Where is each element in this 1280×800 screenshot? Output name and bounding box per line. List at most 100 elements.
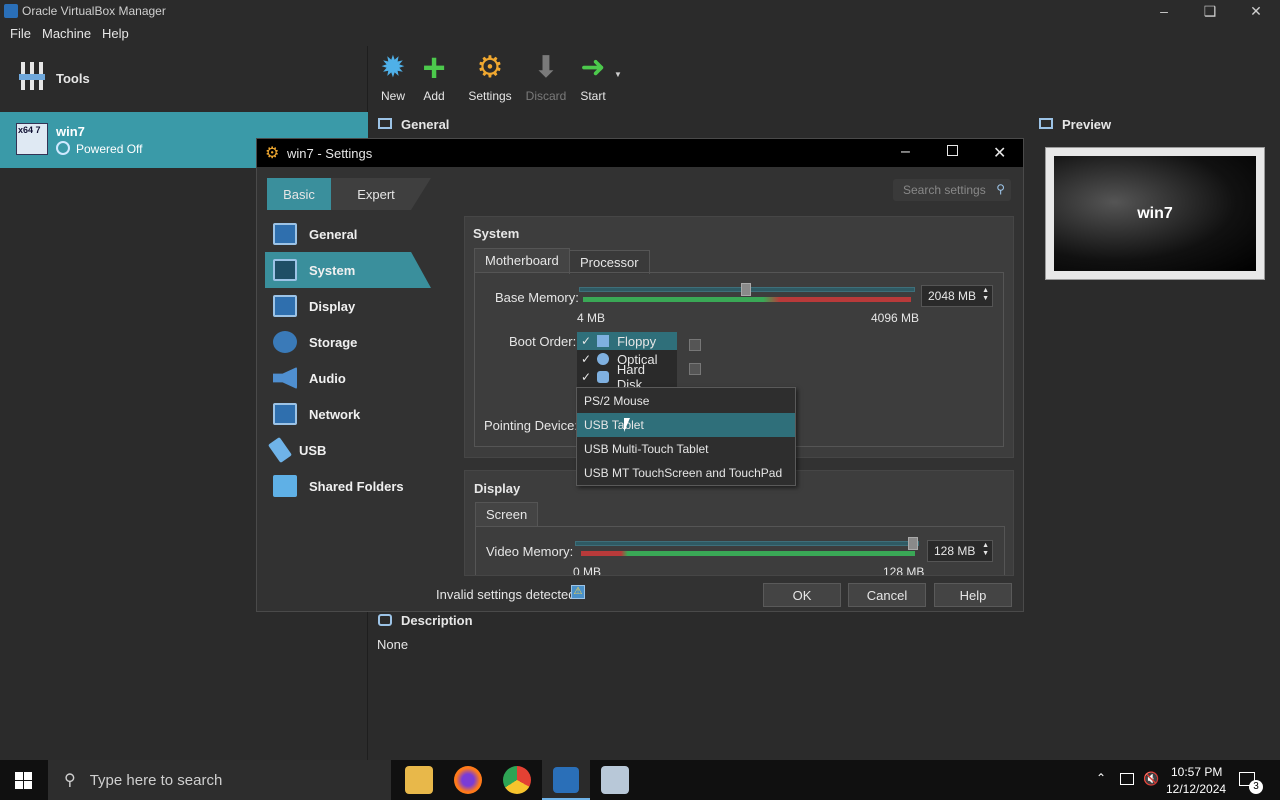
settings-button[interactable]: ⚙ Settings: [462, 50, 518, 104]
restore-button[interactable]: ❑: [1187, 0, 1233, 22]
storage-icon: [273, 331, 297, 353]
tab-expert[interactable]: Expert: [331, 178, 431, 210]
file-explorer-icon[interactable]: [405, 766, 433, 794]
video-memory-slider[interactable]: [575, 541, 919, 546]
floppy-icon: [597, 335, 610, 347]
floppy-checkbox[interactable]: ✓: [581, 334, 591, 348]
optical-checkbox[interactable]: ✓: [581, 352, 591, 366]
tab-basic[interactable]: Basic: [267, 178, 331, 210]
move-down-icon[interactable]: [689, 363, 701, 375]
hard-disk-checkbox[interactable]: ✓: [581, 370, 591, 384]
network-icon: [273, 403, 297, 425]
taskbar-search-placeholder: Type here to search: [89, 771, 223, 789]
dialog-minimize-button[interactable]: –: [901, 143, 910, 161]
menubar: File Machine Help: [0, 22, 1280, 46]
description-icon: [378, 614, 392, 626]
hard-disk-icon: [597, 371, 609, 383]
virtualbox-taskbar-button[interactable]: [542, 760, 590, 800]
boot-item-floppy[interactable]: ✓ Floppy: [577, 332, 677, 350]
tab-motherboard[interactable]: Motherboard: [474, 248, 570, 272]
menu-help[interactable]: Help: [102, 26, 129, 41]
vm-name: win7: [56, 124, 85, 139]
dialog-titlebar: ⚙ win7 - Settings – ✕: [257, 139, 1023, 167]
settings-gear-icon: ⚙: [476, 51, 504, 84]
chrome-icon[interactable]: [503, 766, 531, 794]
warning-icon[interactable]: ⚠: [571, 585, 585, 599]
tools-item[interactable]: Tools: [0, 56, 368, 100]
boot-order-list[interactable]: ✓ Floppy ✓ Optical ✓ Hard Disk: [577, 332, 677, 392]
taskbar: ⚲ Type here to search ⌃ 🔇 10:57 PM 12/12…: [0, 760, 1280, 800]
option-usb-mt-touchscreen[interactable]: USB MT TouchScreen and TouchPad: [577, 461, 795, 485]
window-title: Oracle VirtualBox Manager: [22, 4, 166, 18]
video-memory-slider-handle[interactable]: [908, 537, 918, 550]
volume-muted-icon[interactable]: 🔇: [1143, 771, 1159, 787]
app-window-icon[interactable]: [601, 766, 629, 794]
nav-display[interactable]: Display: [265, 288, 431, 324]
tab-motherboard-label: Motherboard: [485, 253, 559, 268]
ok-button[interactable]: OK: [763, 583, 841, 607]
menu-file[interactable]: File: [10, 26, 31, 41]
general-section-title: General: [401, 117, 450, 132]
nav-storage-label: Storage: [309, 334, 358, 350]
tab-screen[interactable]: Screen: [475, 502, 539, 526]
video-memory-scale: [581, 551, 915, 556]
clock-time[interactable]: 10:57 PM: [1171, 765, 1222, 779]
nav-general[interactable]: General: [265, 216, 431, 252]
optical-icon: [597, 353, 610, 365]
option-usb-tablet[interactable]: USB Tablet: [577, 413, 795, 437]
taskbar-search-box[interactable]: ⚲ Type here to search: [48, 760, 391, 800]
settings-search-input[interactable]: Search settings ⚲: [893, 179, 1011, 201]
move-up-icon[interactable]: [689, 339, 701, 351]
system-section-title: System: [473, 226, 520, 241]
start-button[interactable]: ➜ Start: [565, 50, 621, 104]
general-icon: [273, 223, 297, 245]
tab-processor[interactable]: Processor: [569, 250, 650, 274]
display-icon: [273, 295, 297, 317]
virtualbox-logo-icon: [4, 4, 18, 18]
video-memory-value: 128 MB: [934, 544, 976, 558]
option-usb-multitouch-tablet[interactable]: USB Multi-Touch Tablet: [577, 437, 795, 461]
search-icon: ⚲: [996, 182, 1005, 196]
nav-storage[interactable]: Storage: [265, 324, 431, 360]
close-button[interactable]: ✕: [1233, 0, 1279, 22]
nav-shared-folders-label: Shared Folders: [309, 478, 404, 494]
nav-system-label: System: [309, 262, 356, 278]
new-label: New: [380, 89, 405, 103]
nav-usb[interactable]: USB: [265, 432, 431, 468]
dialog-maximize-button[interactable]: [947, 145, 958, 156]
nav-audio[interactable]: Audio: [265, 360, 431, 396]
video-spin-arrows-icon[interactable]: ▲ ▼: [982, 542, 989, 558]
firefox-icon[interactable]: [454, 766, 482, 794]
preview-screen: win7: [1054, 156, 1256, 271]
option-ps2-mouse[interactable]: PS/2 Mouse: [577, 389, 795, 413]
dialog-close-button[interactable]: ✕: [993, 143, 1006, 163]
clock-date[interactable]: 12/12/2024: [1166, 782, 1226, 796]
help-button[interactable]: Help: [934, 583, 1012, 607]
base-memory-value: 2048 MB: [928, 289, 977, 303]
add-button[interactable]: + Add: [406, 48, 462, 103]
nav-system[interactable]: System: [265, 252, 431, 288]
start-windows-icon[interactable]: [15, 772, 32, 789]
start-label: Start: [580, 89, 606, 103]
cancel-button[interactable]: Cancel: [848, 583, 926, 607]
system-icon: [273, 259, 297, 281]
pointing-device-label: Pointing Device:: [484, 418, 578, 433]
nav-network[interactable]: Network: [265, 396, 431, 432]
base-memory-slider-handle[interactable]: [741, 283, 751, 296]
nav-general-label: General: [309, 226, 358, 242]
video-memory-spinbox[interactable]: 128 MB ▲ ▼: [927, 540, 993, 562]
tray-chevron-icon[interactable]: ⌃: [1096, 771, 1106, 785]
base-memory-spinbox[interactable]: 2048 MB ▲ ▼: [921, 285, 993, 307]
shared-folders-icon: [273, 475, 297, 497]
preview-vm-name: win7: [1137, 204, 1173, 222]
boot-item-hard-disk[interactable]: ✓ Hard Disk: [577, 362, 677, 392]
minimize-button[interactable]: –: [1141, 0, 1187, 22]
spin-arrows-icon[interactable]: ▲ ▼: [982, 287, 989, 303]
os-win7-icon: x64 7: [16, 123, 48, 155]
general-section-icon: [378, 118, 392, 129]
start-arrow-icon: ➜: [580, 51, 606, 84]
menu-machine[interactable]: Machine: [42, 26, 91, 41]
network-tray-icon[interactable]: [1120, 773, 1134, 785]
nav-shared-folders[interactable]: Shared Folders: [265, 468, 431, 504]
start-dropdown-icon[interactable]: ▼: [614, 70, 622, 79]
